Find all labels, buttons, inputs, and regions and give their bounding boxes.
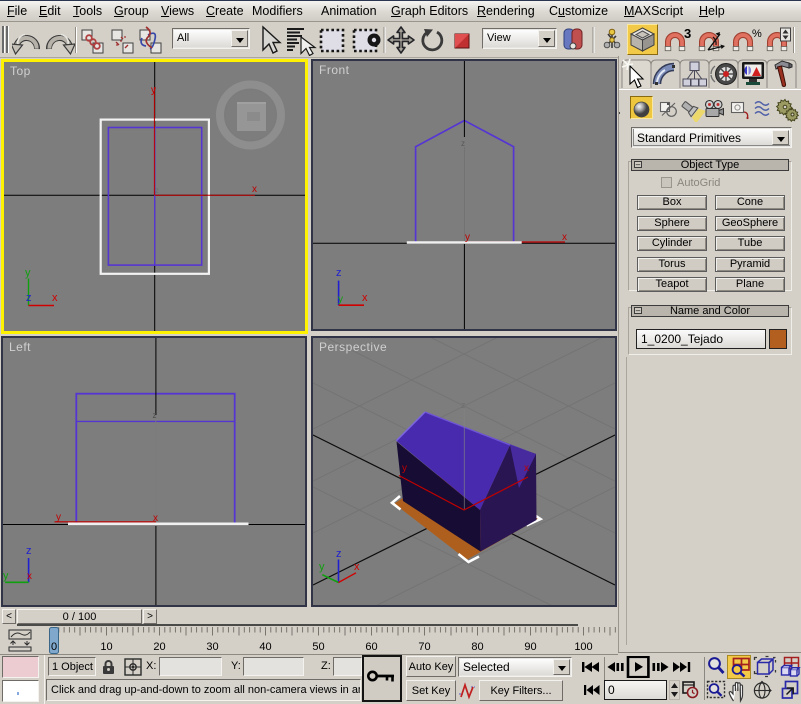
svg-text:z: z xyxy=(153,411,157,420)
svg-text:y: y xyxy=(465,232,470,243)
svg-text:x: x xyxy=(52,292,58,304)
svg-text:z: z xyxy=(336,267,342,279)
svg-text:y: y xyxy=(151,85,156,96)
svg-text:x: x xyxy=(153,513,158,524)
svg-text:x: x xyxy=(252,184,257,195)
svg-text:60: 60 xyxy=(365,641,377,653)
svg-text:z: z xyxy=(26,545,32,557)
svg-text:100: 100 xyxy=(574,641,592,653)
svg-text:40: 40 xyxy=(259,641,271,653)
svg-text:z: z xyxy=(336,548,342,560)
svg-text:30: 30 xyxy=(206,641,218,653)
svg-text:z: z xyxy=(461,139,465,148)
svg-text:y: y xyxy=(402,463,407,474)
svg-text:3: 3 xyxy=(684,26,691,41)
svg-text:80: 80 xyxy=(471,641,483,653)
svg-text:y: y xyxy=(25,267,31,279)
svg-text:x: x xyxy=(362,292,368,304)
svg-text:0: 0 xyxy=(51,641,57,653)
svg-text:90: 90 xyxy=(524,641,536,653)
svg-text:x: x xyxy=(27,571,32,582)
svg-text:50: 50 xyxy=(312,641,324,653)
svg-text:y: y xyxy=(319,561,325,573)
svg-text:20: 20 xyxy=(153,641,165,653)
svg-text:x: x xyxy=(354,561,360,573)
svg-text:z: z xyxy=(26,292,32,304)
svg-text:%: % xyxy=(752,28,762,40)
svg-text:x: x xyxy=(562,232,567,243)
svg-text:z: z xyxy=(461,400,466,410)
svg-text:y: y xyxy=(338,294,343,305)
svg-text:y: y xyxy=(3,570,9,582)
svg-text:y: y xyxy=(56,512,61,523)
svg-text:70: 70 xyxy=(418,641,430,653)
svg-text:10: 10 xyxy=(100,641,112,653)
svg-text:x: x xyxy=(524,463,529,474)
svg-text:z: z xyxy=(155,186,159,195)
